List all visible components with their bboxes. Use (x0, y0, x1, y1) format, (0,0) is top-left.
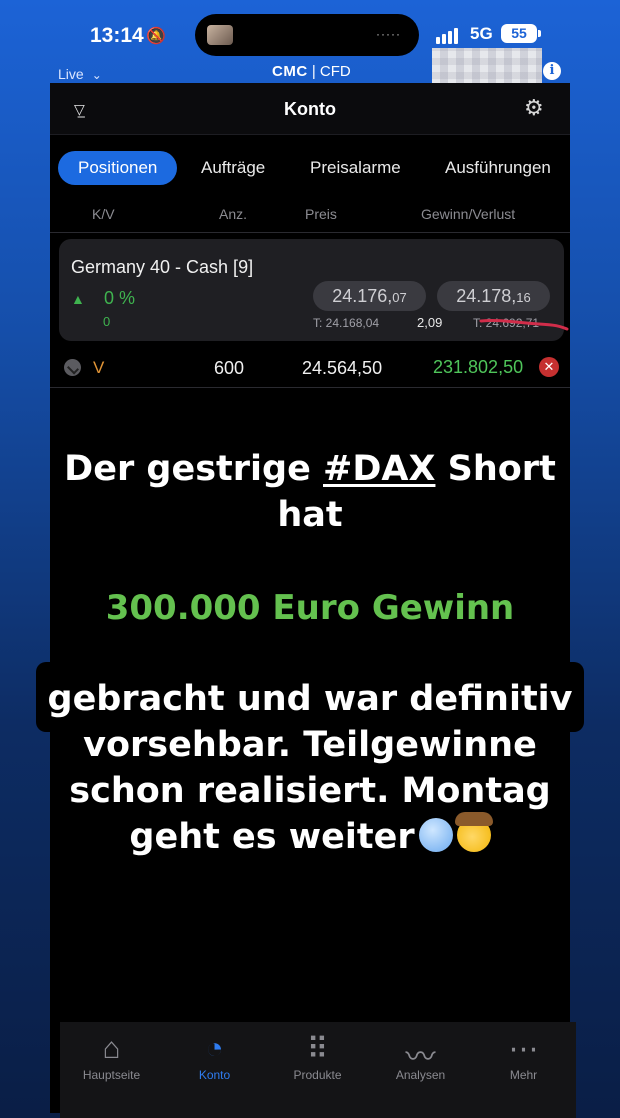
brand-logo: CMC | CFD (272, 63, 351, 80)
nav-produkte[interactable]: ⠿ Produkte (266, 1022, 369, 1118)
tab-bar: Positionen Aufträge Preisalarme Ausführu… (50, 135, 570, 197)
nav-konto[interactable]: ◔ Konto (163, 1022, 266, 1118)
grid-search-icon: ⠿ (306, 1033, 329, 1066)
brand-suffix: | CFD (311, 63, 351, 80)
tab-ausfuehrungen[interactable]: Ausführungen (445, 151, 551, 185)
bell-muted-icon: 🔕 (146, 28, 166, 45)
position-direction: V (93, 358, 105, 377)
buy-price-small: 16 (516, 290, 531, 305)
nav-analysen[interactable]: 〰 Analysen (369, 1022, 472, 1118)
daily-low: T: 24.168,04 (313, 316, 380, 330)
signal-icon (436, 26, 460, 44)
island-activity-icon: ····· (376, 27, 401, 41)
cowboy-face-emoji-icon (454, 812, 493, 852)
live-mode-selector[interactable]: Live ⌄ (58, 66, 102, 82)
buy-price-button[interactable]: 24.178,16 (437, 281, 550, 311)
close-position-icon[interactable]: ✕ (539, 357, 559, 377)
tab-auftraege[interactable]: Aufträge (201, 151, 265, 185)
bottom-nav: ⌂ Hauptseite ◔ Konto ⠿ Produkte 〰 Analys… (60, 1022, 576, 1118)
caption-body-line: vorsehbar. Teilgewinne (83, 725, 537, 765)
app-header: ▽̲ Konto ⚙ (50, 83, 570, 135)
home-icon: ⌂ (102, 1032, 121, 1065)
change-percent: 0 % (104, 288, 136, 308)
brand-name: CMC (272, 63, 308, 80)
caption-line1-post: Short (435, 449, 556, 489)
caption-highlight: 300.000 Euro Gewinn (105, 588, 515, 628)
dax-hashtag[interactable]: #DAX (323, 449, 435, 489)
status-time: 13:14 (90, 24, 144, 47)
chevron-down-icon: ⌄ (91, 68, 102, 82)
column-header-pl: Gewinn/Verlust (421, 206, 516, 222)
instrument-name: Germany 40 - Cash [9] (71, 257, 254, 277)
battery-icon: 55 (501, 24, 541, 43)
buy-price-main: 24.178, (456, 286, 517, 306)
nav-mehr[interactable]: ⋯ Mehr (472, 1022, 575, 1118)
page-title: Konto (284, 99, 336, 119)
caption-body-line: schon realisiert. Montag (69, 771, 551, 811)
island-thumbnail (207, 25, 233, 45)
nav-label: Konto (198, 1068, 231, 1082)
tab-positionen[interactable]: Positionen (58, 151, 178, 185)
change-absolute: 0 (103, 314, 111, 329)
live-mode-label: Live (58, 66, 84, 82)
caption-body-line: gebracht und war definitiv (47, 679, 573, 719)
divider (50, 232, 570, 233)
network-label: 5G (470, 24, 493, 43)
nav-hauptseite[interactable]: ⌂ Hauptseite (60, 1022, 163, 1118)
up-arrow-icon: ▲ (71, 291, 85, 307)
position-row[interactable]: V 600 24.564,50 231.802,50 ✕ (50, 349, 570, 387)
spread-value: 2,09 (417, 315, 443, 330)
tab-preisalarme[interactable]: Preisalarme (310, 151, 401, 185)
caption-line1-pre: Der gestrige (64, 449, 323, 489)
position-profit-loss: 231.802,50 (433, 357, 524, 377)
position-quantity: 600 (214, 358, 245, 378)
divider (50, 387, 570, 388)
caption-headline: Der gestrige #DAX Short hat (0, 446, 620, 538)
column-header-kv: K/V (92, 206, 115, 222)
instrument-card[interactable]: Germany 40 - Cash [9] ▲ 0 % 0 24.176,07 … (59, 239, 569, 341)
gear-icon[interactable]: ⚙ (524, 95, 544, 121)
column-header-qty: Anz. (219, 206, 248, 222)
nav-label: Analysen (395, 1068, 446, 1082)
blurred-area (432, 48, 542, 86)
info-icon[interactable]: i (543, 62, 561, 80)
nav-label: Hauptseite (82, 1068, 141, 1082)
cold-face-emoji-icon (418, 818, 453, 852)
clock-icon: ◔ (205, 1032, 224, 1065)
sell-price-small: 07 (392, 290, 407, 305)
column-header-price: Preis (305, 206, 337, 222)
caption-body-line: geht es weiter (129, 817, 415, 857)
position-price: 24.564,50 (302, 358, 383, 378)
sell-price-main: 24.176, (332, 286, 393, 306)
nav-label: Produkte (293, 1068, 342, 1082)
caption-body: gebracht und war definitiv vorsehbar. Te… (0, 676, 620, 860)
expand-chevron-icon[interactable] (64, 359, 81, 376)
nav-label: Mehr (509, 1068, 538, 1082)
caption-line2: hat (277, 495, 343, 535)
more-icon: ⋯ (508, 1033, 539, 1066)
red-scribble (479, 318, 569, 331)
sell-price-button[interactable]: 24.176,07 (313, 281, 426, 311)
dynamic-island: ····· (195, 14, 419, 56)
